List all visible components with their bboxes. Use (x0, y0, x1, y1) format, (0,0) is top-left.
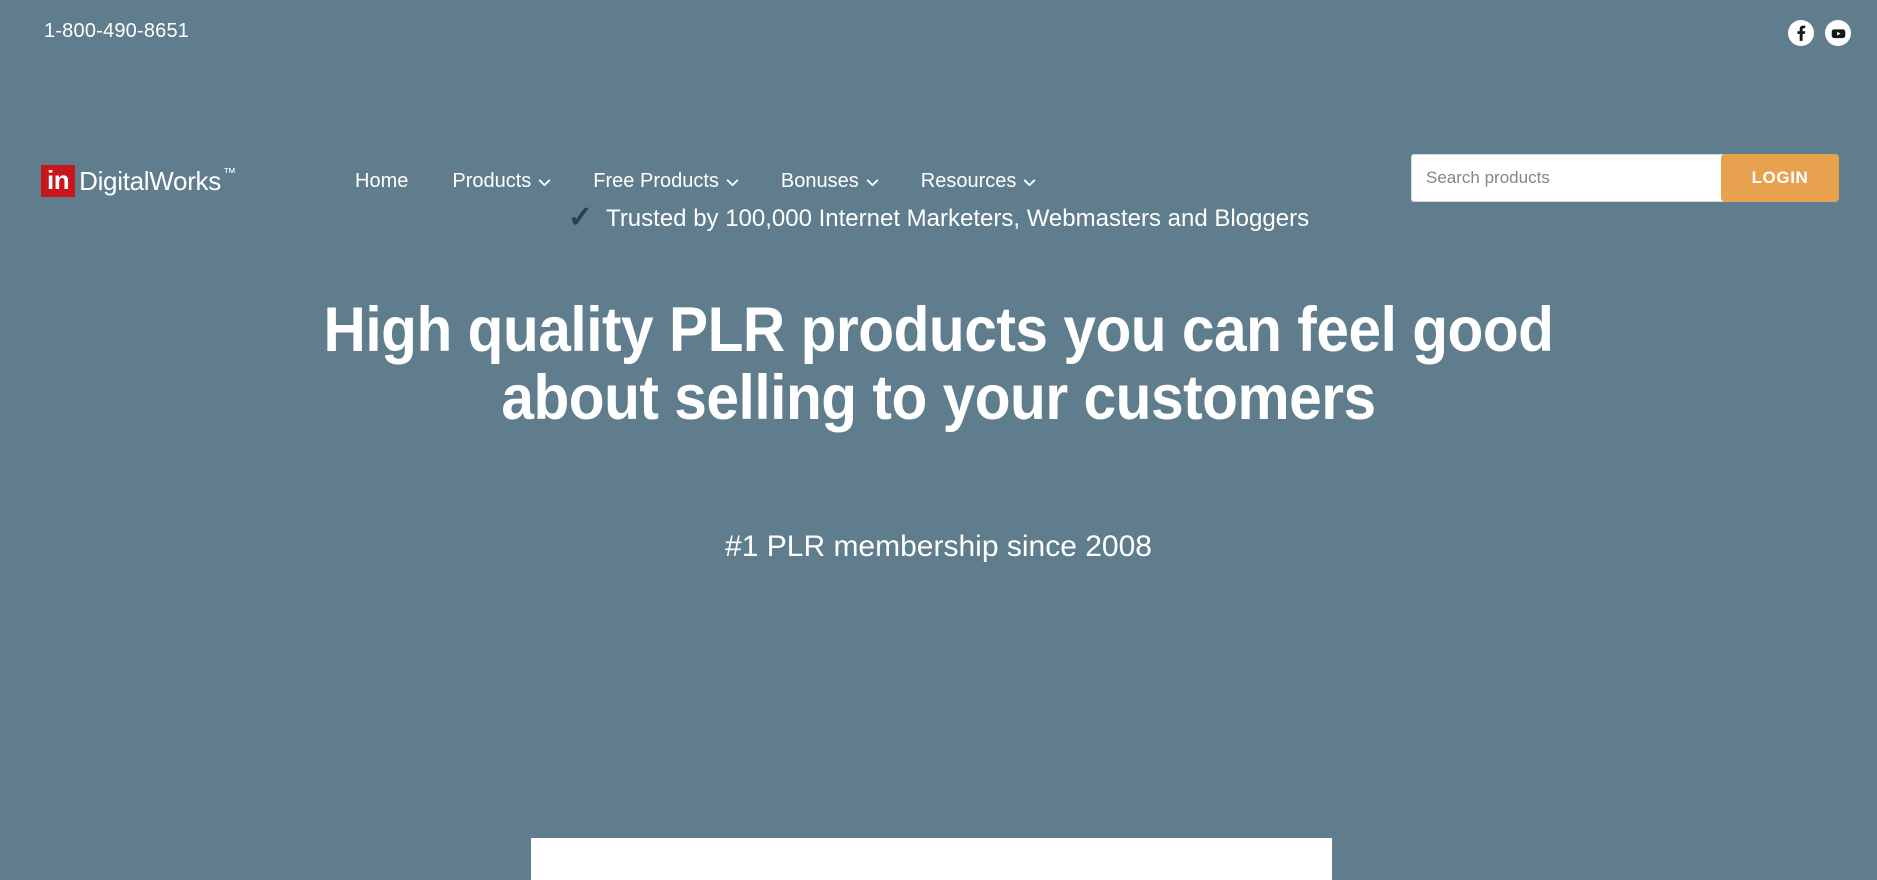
nav-label: Free Products (593, 170, 719, 192)
hero-subheadline: #1 PLR membership since 2008 (725, 530, 1152, 564)
youtube-icon[interactable] (1825, 20, 1851, 46)
nav-item-products[interactable]: Products (438, 170, 579, 193)
media-card[interactable] (531, 838, 1332, 880)
phone-number-link[interactable]: 1-800-490-8651 (44, 20, 189, 43)
check-icon: ✓ (567, 201, 594, 234)
main-navigation-bar: in DigitalWorks ™ Home Products Free Pro… (0, 62, 1877, 202)
primary-nav: Home Products Free Products Bonuses Reso… (355, 170, 1064, 193)
site-logo[interactable]: in DigitalWorks ™ (41, 165, 236, 197)
chevron-down-icon (538, 176, 551, 189)
nav-label: Bonuses (780, 170, 859, 192)
logo-trademark-icon: ™ (222, 165, 236, 180)
chevron-down-icon (866, 176, 879, 189)
trust-banner: ✓ Trusted by 100,000 Internet Marketers,… (0, 200, 1877, 238)
nav-item-bonuses[interactable]: Bonuses (767, 170, 907, 193)
hero-headline: High quality PLR products you can feel g… (323, 295, 1554, 434)
logo-badge: in (41, 165, 76, 197)
nav-item-home[interactable]: Home (355, 170, 438, 193)
social-links (1788, 20, 1851, 46)
trust-text: Trusted by 100,000 Internet Marketers, W… (606, 205, 1310, 232)
login-button[interactable]: LOGIN (1721, 154, 1839, 202)
chevron-down-icon (1023, 176, 1036, 189)
nav-item-resources[interactable]: Resources (907, 170, 1065, 193)
illustration-arc-icon (576, 854, 636, 880)
top-utility-bar: 1-800-490-8651 (0, 0, 1877, 62)
chevron-down-icon (726, 176, 739, 189)
nav-label: Home (355, 170, 409, 192)
hero-section: ✓ Trusted by 100,000 Internet Marketers,… (0, 200, 1877, 564)
logo-wordmark: DigitalWorks (79, 166, 221, 196)
nav-label: Resources (920, 170, 1017, 192)
nav-item-free-products[interactable]: Free Products (579, 170, 767, 193)
nav-label: Products (452, 170, 532, 192)
facebook-icon[interactable] (1788, 20, 1814, 46)
